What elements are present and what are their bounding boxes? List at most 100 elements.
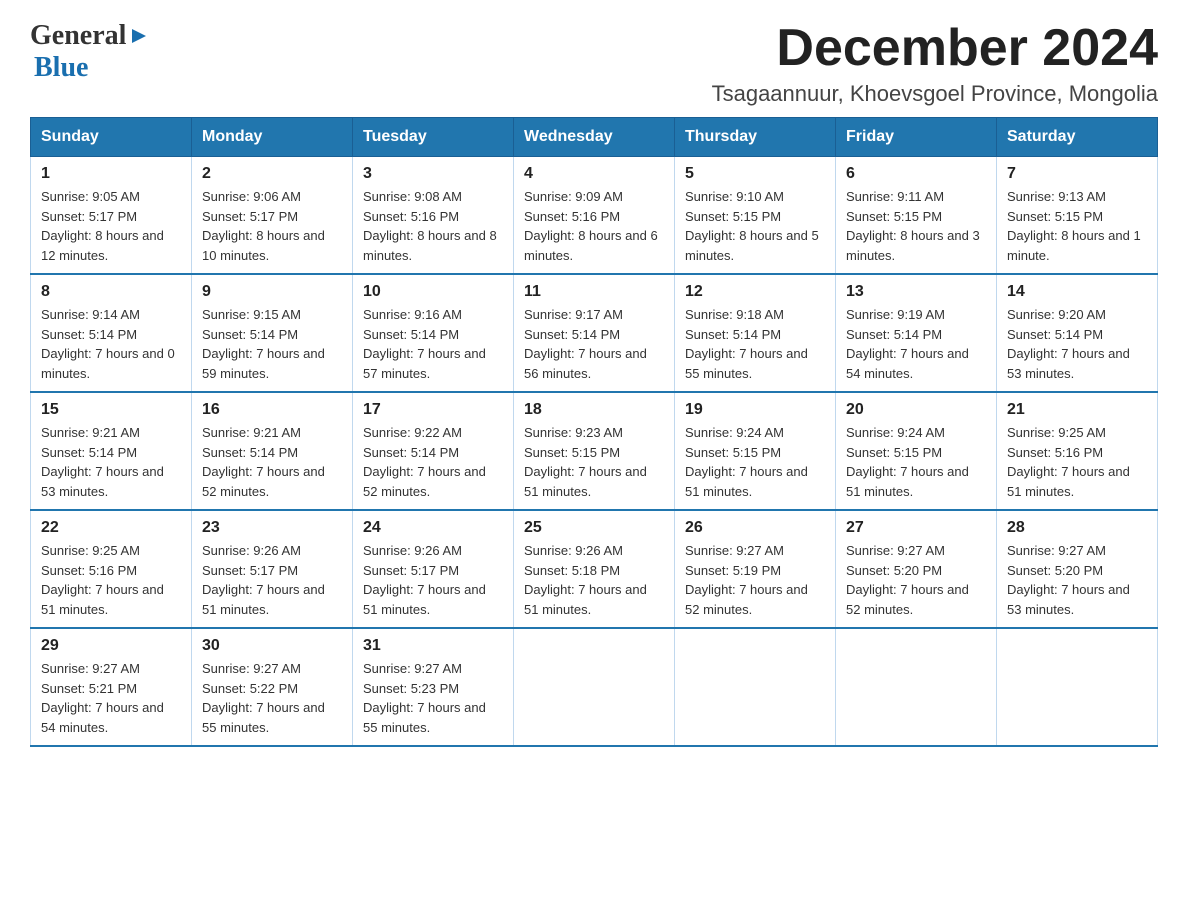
calendar-cell: 4 Sunrise: 9:09 AM Sunset: 5:16 PM Dayli… <box>514 157 675 275</box>
day-info: Sunrise: 9:15 AM Sunset: 5:14 PM Dayligh… <box>202 305 342 383</box>
day-info: Sunrise: 9:24 AM Sunset: 5:15 PM Dayligh… <box>685 423 825 501</box>
day-info: Sunrise: 9:26 AM Sunset: 5:18 PM Dayligh… <box>524 541 664 619</box>
calendar-cell <box>675 628 836 746</box>
calendar-cell: 2 Sunrise: 9:06 AM Sunset: 5:17 PM Dayli… <box>192 157 353 275</box>
calendar-cell: 26 Sunrise: 9:27 AM Sunset: 5:19 PM Dayl… <box>675 510 836 628</box>
day-number: 7 <box>1007 165 1147 183</box>
day-info: Sunrise: 9:25 AM Sunset: 5:16 PM Dayligh… <box>41 541 181 619</box>
day-info: Sunrise: 9:10 AM Sunset: 5:15 PM Dayligh… <box>685 187 825 265</box>
day-number: 31 <box>363 637 503 655</box>
calendar-table: SundayMondayTuesdayWednesdayThursdayFrid… <box>30 117 1158 747</box>
day-number: 18 <box>524 401 664 419</box>
day-number: 9 <box>202 283 342 301</box>
calendar-cell: 7 Sunrise: 9:13 AM Sunset: 5:15 PM Dayli… <box>997 157 1158 275</box>
day-number: 30 <box>202 637 342 655</box>
day-number: 1 <box>41 165 181 183</box>
calendar-cell: 16 Sunrise: 9:21 AM Sunset: 5:14 PM Dayl… <box>192 392 353 510</box>
day-info: Sunrise: 9:09 AM Sunset: 5:16 PM Dayligh… <box>524 187 664 265</box>
calendar-cell <box>997 628 1158 746</box>
day-info: Sunrise: 9:18 AM Sunset: 5:14 PM Dayligh… <box>685 305 825 383</box>
calendar-cell: 14 Sunrise: 9:20 AM Sunset: 5:14 PM Dayl… <box>997 274 1158 392</box>
title-block: December 2024 Tsagaannuur, Khoevsgoel Pr… <box>712 20 1158 107</box>
calendar-cell: 27 Sunrise: 9:27 AM Sunset: 5:20 PM Dayl… <box>836 510 997 628</box>
month-title: December 2024 <box>712 20 1158 77</box>
day-info: Sunrise: 9:14 AM Sunset: 5:14 PM Dayligh… <box>41 305 181 383</box>
day-info: Sunrise: 9:27 AM Sunset: 5:20 PM Dayligh… <box>846 541 986 619</box>
day-info: Sunrise: 9:05 AM Sunset: 5:17 PM Dayligh… <box>41 187 181 265</box>
day-number: 23 <box>202 519 342 537</box>
day-number: 17 <box>363 401 503 419</box>
calendar-cell: 18 Sunrise: 9:23 AM Sunset: 5:15 PM Dayl… <box>514 392 675 510</box>
day-info: Sunrise: 9:24 AM Sunset: 5:15 PM Dayligh… <box>846 423 986 501</box>
day-number: 22 <box>41 519 181 537</box>
calendar-cell: 23 Sunrise: 9:26 AM Sunset: 5:17 PM Dayl… <box>192 510 353 628</box>
calendar-week-2: 8 Sunrise: 9:14 AM Sunset: 5:14 PM Dayli… <box>31 274 1158 392</box>
calendar-cell: 22 Sunrise: 9:25 AM Sunset: 5:16 PM Dayl… <box>31 510 192 628</box>
day-info: Sunrise: 9:21 AM Sunset: 5:14 PM Dayligh… <box>41 423 181 501</box>
calendar-cell: 12 Sunrise: 9:18 AM Sunset: 5:14 PM Dayl… <box>675 274 836 392</box>
day-number: 14 <box>1007 283 1147 301</box>
header-thursday: Thursday <box>675 118 836 157</box>
header-monday: Monday <box>192 118 353 157</box>
calendar-cell: 17 Sunrise: 9:22 AM Sunset: 5:14 PM Dayl… <box>353 392 514 510</box>
calendar-cell: 13 Sunrise: 9:19 AM Sunset: 5:14 PM Dayl… <box>836 274 997 392</box>
calendar-cell: 15 Sunrise: 9:21 AM Sunset: 5:14 PM Dayl… <box>31 392 192 510</box>
day-number: 6 <box>846 165 986 183</box>
day-info: Sunrise: 9:22 AM Sunset: 5:14 PM Dayligh… <box>363 423 503 501</box>
day-info: Sunrise: 9:17 AM Sunset: 5:14 PM Dayligh… <box>524 305 664 383</box>
day-info: Sunrise: 9:20 AM Sunset: 5:14 PM Dayligh… <box>1007 305 1147 383</box>
logo-arrow-icon <box>128 25 150 47</box>
calendar-week-3: 15 Sunrise: 9:21 AM Sunset: 5:14 PM Dayl… <box>31 392 1158 510</box>
day-number: 26 <box>685 519 825 537</box>
day-number: 28 <box>1007 519 1147 537</box>
calendar-cell: 28 Sunrise: 9:27 AM Sunset: 5:20 PM Dayl… <box>997 510 1158 628</box>
day-info: Sunrise: 9:08 AM Sunset: 5:16 PM Dayligh… <box>363 187 503 265</box>
calendar-cell: 3 Sunrise: 9:08 AM Sunset: 5:16 PM Dayli… <box>353 157 514 275</box>
calendar-header-row: SundayMondayTuesdayWednesdayThursdayFrid… <box>31 118 1158 157</box>
day-number: 10 <box>363 283 503 301</box>
day-number: 11 <box>524 283 664 301</box>
day-info: Sunrise: 9:27 AM Sunset: 5:23 PM Dayligh… <box>363 659 503 737</box>
logo-blue-text: Blue <box>30 52 88 84</box>
day-number: 24 <box>363 519 503 537</box>
day-number: 4 <box>524 165 664 183</box>
calendar-cell: 10 Sunrise: 9:16 AM Sunset: 5:14 PM Dayl… <box>353 274 514 392</box>
day-number: 20 <box>846 401 986 419</box>
calendar-cell: 30 Sunrise: 9:27 AM Sunset: 5:22 PM Dayl… <box>192 628 353 746</box>
calendar-cell: 25 Sunrise: 9:26 AM Sunset: 5:18 PM Dayl… <box>514 510 675 628</box>
calendar-cell: 29 Sunrise: 9:27 AM Sunset: 5:21 PM Dayl… <box>31 628 192 746</box>
calendar-cell: 1 Sunrise: 9:05 AM Sunset: 5:17 PM Dayli… <box>31 157 192 275</box>
day-info: Sunrise: 9:11 AM Sunset: 5:15 PM Dayligh… <box>846 187 986 265</box>
day-number: 27 <box>846 519 986 537</box>
calendar-cell: 9 Sunrise: 9:15 AM Sunset: 5:14 PM Dayli… <box>192 274 353 392</box>
calendar-cell <box>514 628 675 746</box>
calendar-week-5: 29 Sunrise: 9:27 AM Sunset: 5:21 PM Dayl… <box>31 628 1158 746</box>
header-wednesday: Wednesday <box>514 118 675 157</box>
day-number: 2 <box>202 165 342 183</box>
day-info: Sunrise: 9:27 AM Sunset: 5:20 PM Dayligh… <box>1007 541 1147 619</box>
day-info: Sunrise: 9:26 AM Sunset: 5:17 PM Dayligh… <box>363 541 503 619</box>
calendar-cell: 11 Sunrise: 9:17 AM Sunset: 5:14 PM Dayl… <box>514 274 675 392</box>
calendar-cell: 21 Sunrise: 9:25 AM Sunset: 5:16 PM Dayl… <box>997 392 1158 510</box>
day-number: 21 <box>1007 401 1147 419</box>
day-number: 15 <box>41 401 181 419</box>
page-header: General Blue December 2024 Tsagaannuur, … <box>30 20 1158 107</box>
day-info: Sunrise: 9:19 AM Sunset: 5:14 PM Dayligh… <box>846 305 986 383</box>
day-info: Sunrise: 9:06 AM Sunset: 5:17 PM Dayligh… <box>202 187 342 265</box>
calendar-cell: 19 Sunrise: 9:24 AM Sunset: 5:15 PM Dayl… <box>675 392 836 510</box>
day-info: Sunrise: 9:26 AM Sunset: 5:17 PM Dayligh… <box>202 541 342 619</box>
location-title: Tsagaannuur, Khoevsgoel Province, Mongol… <box>712 81 1158 107</box>
calendar-cell: 31 Sunrise: 9:27 AM Sunset: 5:23 PM Dayl… <box>353 628 514 746</box>
day-number: 5 <box>685 165 825 183</box>
calendar-cell: 5 Sunrise: 9:10 AM Sunset: 5:15 PM Dayli… <box>675 157 836 275</box>
calendar-cell: 8 Sunrise: 9:14 AM Sunset: 5:14 PM Dayli… <box>31 274 192 392</box>
day-number: 12 <box>685 283 825 301</box>
calendar-cell: 20 Sunrise: 9:24 AM Sunset: 5:15 PM Dayl… <box>836 392 997 510</box>
day-info: Sunrise: 9:27 AM Sunset: 5:22 PM Dayligh… <box>202 659 342 737</box>
day-number: 8 <box>41 283 181 301</box>
header-friday: Friday <box>836 118 997 157</box>
logo: General Blue <box>30 20 150 84</box>
calendar-week-4: 22 Sunrise: 9:25 AM Sunset: 5:16 PM Dayl… <box>31 510 1158 628</box>
day-info: Sunrise: 9:13 AM Sunset: 5:15 PM Dayligh… <box>1007 187 1147 265</box>
calendar-cell: 24 Sunrise: 9:26 AM Sunset: 5:17 PM Dayl… <box>353 510 514 628</box>
